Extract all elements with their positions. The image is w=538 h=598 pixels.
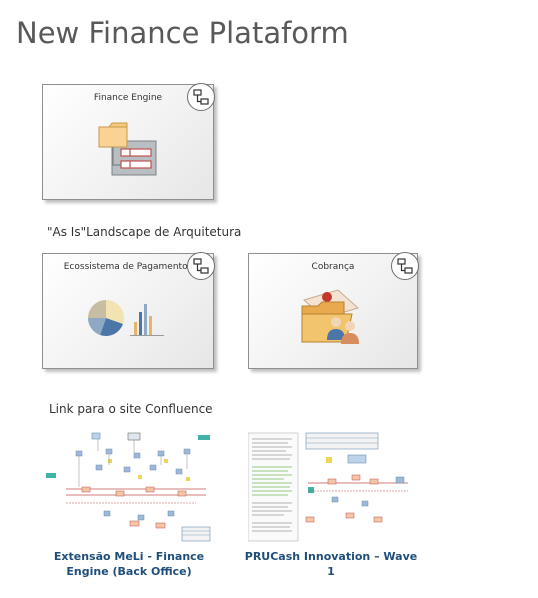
- pie-bar-chart-icon: [87, 298, 168, 342]
- thumbnail-caption[interactable]: Extensão MeLi - Finance Engine (Back Off…: [40, 549, 218, 579]
- package-cobranca[interactable]: Cobrança: [248, 252, 419, 369]
- caption-line: Extensão MeLi - Finance: [53, 550, 205, 563]
- package-finance-engine[interactable]: Finance Engine: [42, 83, 215, 200]
- package-ecossistema-pagamentos[interactable]: Ecossistema de Pagamentos: [42, 252, 215, 369]
- as-is-landscape-label: "As Is"Landscape de Arquitetura: [47, 225, 242, 239]
- caption-line: PRUCash Innovation – Wave: [244, 550, 418, 563]
- thumbnail-caption[interactable]: PRUCash Innovation – Wave 1: [238, 549, 424, 579]
- caption-line: Engine (Back Office): [66, 565, 192, 578]
- diagram-link-icon[interactable]: [391, 252, 419, 280]
- diagram-link-icon[interactable]: [187, 83, 215, 111]
- confluence-link-label: Link para o site Confluence: [49, 402, 213, 416]
- diagram-link-icon[interactable]: [187, 252, 215, 280]
- folder-component-icon: [97, 119, 159, 183]
- folder-users-icon: [300, 286, 366, 350]
- diagram-thumbnail-prucash[interactable]: [247, 431, 414, 543]
- diagram-thumbnail-extensao-meli[interactable]: [46, 431, 212, 543]
- page-title: New Finance Plataform: [16, 16, 349, 50]
- caption-line: 1: [327, 565, 335, 578]
